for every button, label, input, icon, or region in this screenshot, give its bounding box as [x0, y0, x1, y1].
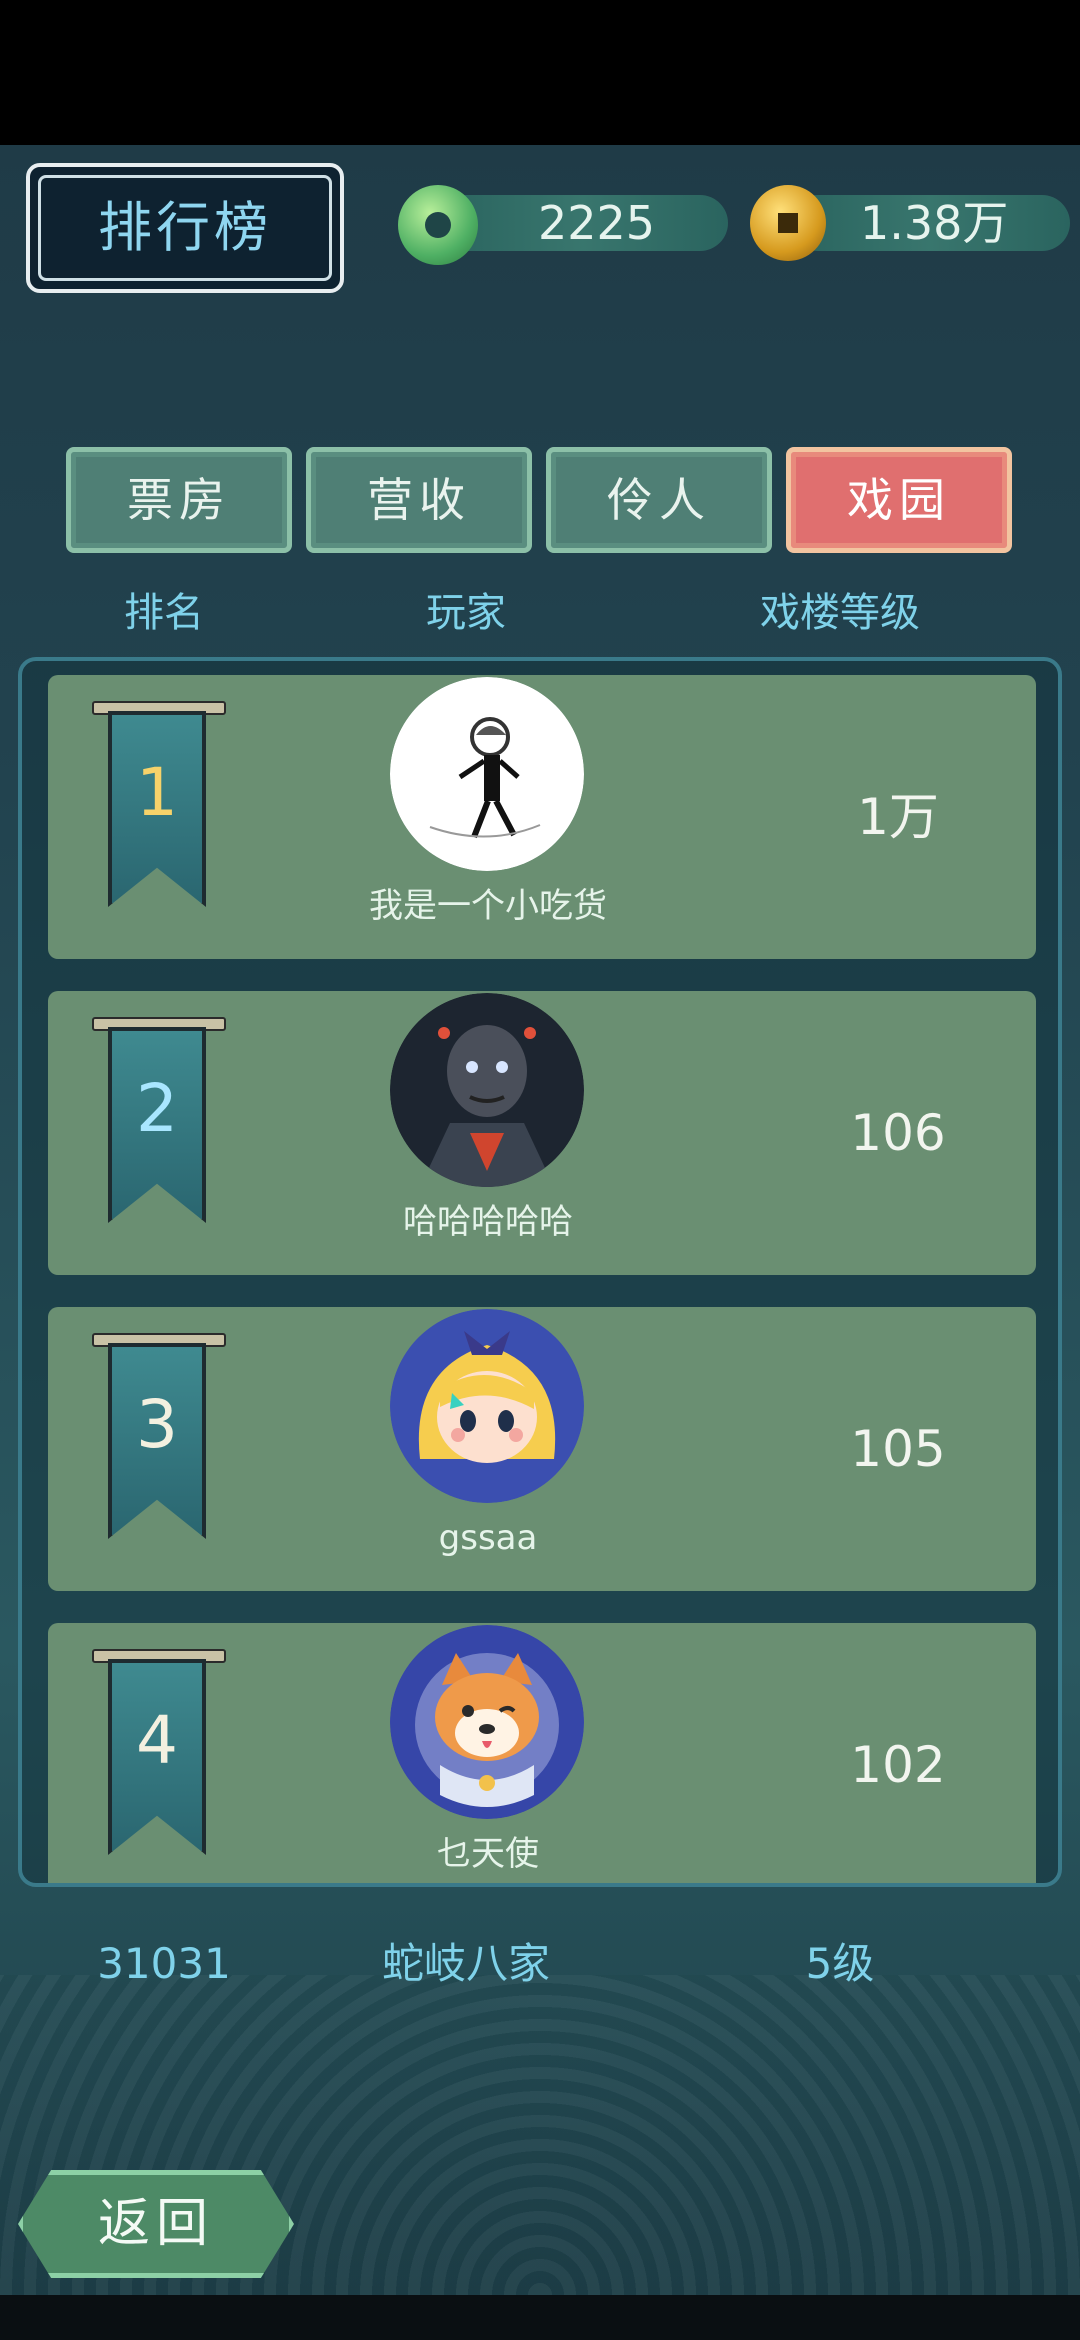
theater-level: 102 — [850, 1736, 946, 1794]
ranking-row[interactable]: 4 乜天使 102 — [48, 1623, 1036, 1883]
tab-performers[interactable]: 伶人 — [546, 447, 772, 553]
rank-banner-icon: 2 — [92, 1017, 226, 1227]
tab-label: 伶人 — [607, 473, 711, 527]
navigation-bar — [0, 2295, 1080, 2340]
avatar[interactable] — [390, 677, 584, 871]
shiba-dog-avatar-icon — [390, 1625, 584, 1819]
column-header-player: 玩家 — [426, 590, 506, 636]
tab-label: 营收 — [367, 473, 471, 527]
player-name: gssaa — [438, 1518, 538, 1558]
avatar[interactable] — [390, 1625, 584, 1819]
column-header-rank: 排名 — [124, 590, 204, 636]
ranking-row[interactable]: 3 gssaa 105 — [48, 1307, 1036, 1591]
rank-number: 2 — [136, 1070, 178, 1147]
armored-warrior-avatar-icon — [390, 993, 584, 1187]
theater-level: 1万 — [857, 788, 939, 846]
status-bar — [0, 0, 1080, 145]
blonde-girl-avatar-icon — [390, 1309, 584, 1503]
rank-banner-icon: 4 — [92, 1649, 226, 1859]
sketch-figure-avatar-icon — [390, 677, 584, 871]
page-title: 排行榜 — [98, 196, 272, 259]
tab-revenue[interactable]: 营收 — [306, 447, 532, 553]
player-name: 哈哈哈哈哈 — [403, 1202, 573, 1242]
avatar[interactable] — [390, 1309, 584, 1503]
ranking-row[interactable]: 1 我是一个小吃货 1万 — [48, 675, 1036, 959]
tab-label: 戏园 — [847, 473, 951, 527]
jade-icon — [398, 185, 478, 265]
ranking-row[interactable]: 2 哈哈哈哈哈 106 — [48, 991, 1036, 1275]
screen: 排行榜 2225 1.38万 票房 营收 伶人 戏园 排名 玩家 戏楼等级 1 … — [0, 0, 1080, 2340]
leaderboard-screen: 排行榜 2225 1.38万 票房 营收 伶人 戏园 排名 玩家 戏楼等级 1 … — [0, 145, 1080, 2295]
avatar[interactable] — [390, 993, 584, 1187]
tab-theater[interactable]: 戏园 — [786, 447, 1012, 553]
theater-level: 105 — [850, 1420, 946, 1478]
tab-label: 票房 — [127, 473, 231, 527]
theater-level: 106 — [850, 1104, 946, 1162]
rank-number: 1 — [136, 754, 178, 831]
rank-number: 4 — [136, 1702, 178, 1779]
back-button[interactable]: 返回 — [18, 2170, 294, 2278]
rank-banner-icon: 1 — [92, 701, 226, 911]
tab-box-office[interactable]: 票房 — [66, 447, 292, 553]
rank-banner-icon: 3 — [92, 1333, 226, 1543]
coin-currency: 1.38万 — [750, 185, 1070, 261]
column-header-level: 戏楼等级 — [760, 590, 920, 636]
coin-value: 1.38万 — [860, 196, 1009, 250]
jade-currency: 2225 — [398, 185, 738, 265]
ranking-list[interactable]: 1 我是一个小吃货 1万 2 哈哈哈哈哈 106 3 gssaa 105 4 乜… — [18, 657, 1062, 1887]
my-level: 5级 — [805, 1939, 875, 1988]
my-rank: 31031 — [97, 1939, 231, 1988]
coin-icon — [750, 185, 826, 261]
player-name: 乜天使 — [437, 1834, 539, 1874]
player-name: 我是一个小吃货 — [369, 886, 607, 926]
jade-value: 2225 — [538, 196, 656, 250]
rank-number: 3 — [136, 1386, 178, 1463]
back-button-label: 返回 — [97, 2194, 214, 2254]
page-title-frame: 排行榜 — [26, 163, 344, 293]
my-name: 蛇岐八家 — [381, 1939, 550, 1988]
